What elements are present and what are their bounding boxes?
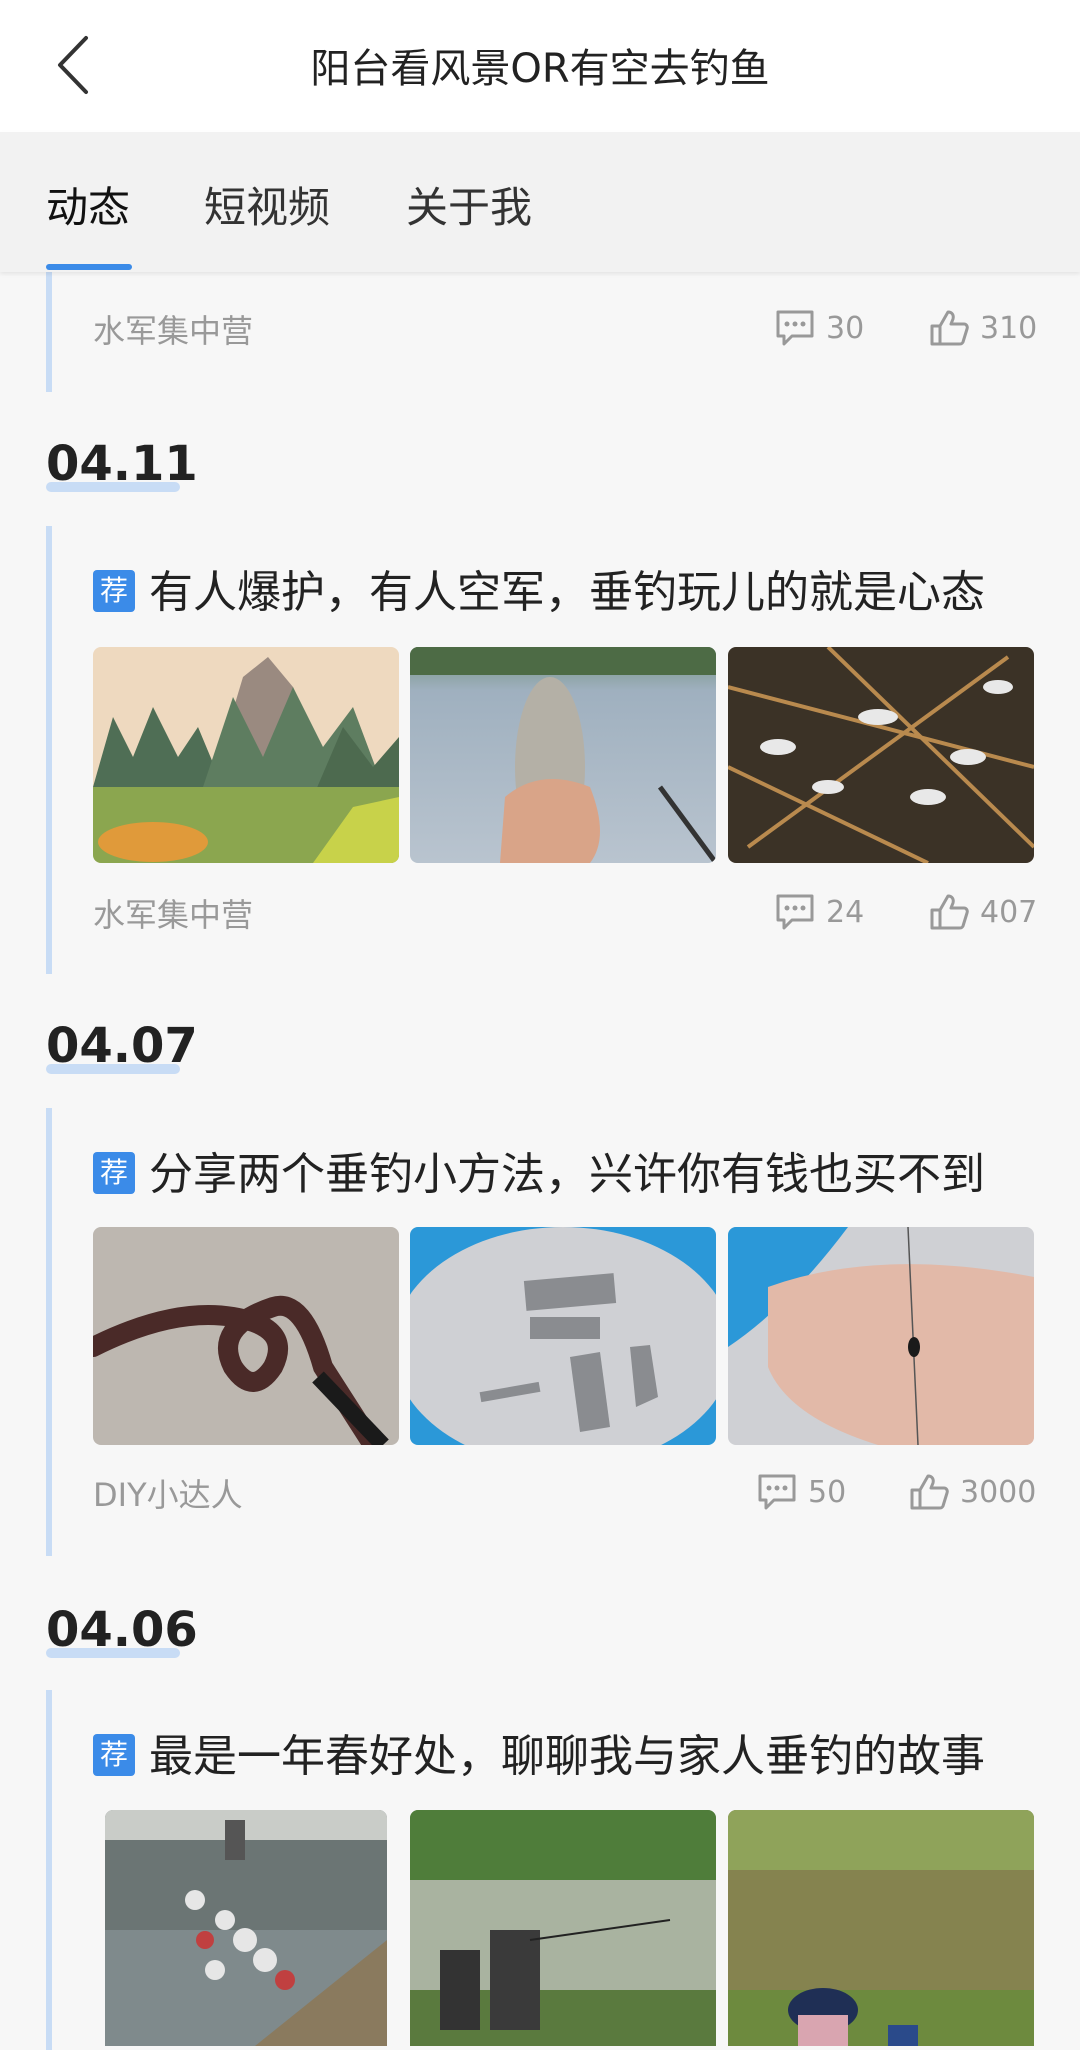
comment-icon	[756, 1472, 798, 1512]
recommend-badge: 荐	[93, 570, 135, 612]
date-underline	[46, 1064, 180, 1074]
date-underline	[46, 482, 180, 492]
post-title[interactable]: 荐有人爆护，有人空军，垂钓玩儿的就是心态	[93, 556, 985, 620]
page-title: 阳台看风景OR有空去钓鱼	[310, 46, 770, 92]
like-count-value: 407	[980, 894, 1038, 930]
recommend-badge: 荐	[93, 1734, 135, 1776]
thumbs-up-icon	[928, 308, 970, 348]
post-image-cartoon-landscape[interactable]	[93, 647, 399, 863]
tab-dynamic[interactable]: 动态	[46, 174, 130, 235]
timeline-line	[46, 526, 52, 974]
post-image-pond-child[interactable]	[728, 1810, 1034, 2046]
post-title-text: 有人爆护，有人空军，垂钓玩儿的就是心态	[149, 567, 985, 618]
thumbs-up-icon	[908, 1472, 950, 1512]
post-title[interactable]: 荐最是一年春好处，聊聊我与家人垂钓的故事	[93, 1720, 985, 1784]
post-image-fish-in-hand[interactable]	[410, 647, 716, 863]
post-author[interactable]: DIY小达人	[93, 1470, 243, 1516]
post-author[interactable]: 水军集中营	[93, 890, 253, 936]
post-image-finger-float[interactable]	[728, 1227, 1034, 1445]
timeline-line	[46, 272, 52, 392]
post-image-dead-fish[interactable]	[728, 647, 1034, 863]
thumbs-up-icon	[928, 892, 970, 932]
post-image-family-fishing[interactable]	[410, 1810, 716, 2046]
like-count-value: 3000	[960, 1474, 1037, 1510]
recommend-badge: 荐	[93, 1152, 135, 1194]
post-image-lead-pieces[interactable]	[410, 1227, 716, 1445]
comment-count-value: 50	[808, 1474, 847, 1510]
post-image-river-umbrellas[interactable]	[105, 1810, 387, 2046]
post-image-rope-knot[interactable]	[93, 1227, 399, 1445]
like-count-value: 310	[980, 310, 1038, 346]
comment-count[interactable]: 24	[774, 892, 864, 932]
comment-icon	[774, 308, 816, 348]
post-title[interactable]: 荐分享两个垂钓小方法，兴许你有钱也买不到	[93, 1138, 985, 1202]
comment-count[interactable]: 30	[774, 308, 864, 348]
active-tab-indicator	[46, 264, 132, 270]
tab-about-me[interactable]: 关于我	[406, 174, 532, 235]
tab-short-video[interactable]: 短视频	[204, 174, 330, 235]
timeline-line	[46, 1690, 52, 2050]
comment-count-value: 24	[826, 894, 865, 930]
like-count[interactable]: 310	[928, 308, 1037, 348]
date-underline	[46, 1648, 180, 1658]
post-author[interactable]: 水军集中营	[93, 306, 253, 352]
post-title-text: 最是一年春好处，聊聊我与家人垂钓的故事	[149, 1731, 985, 1782]
top-bar: 阳台看风景OR有空去钓鱼	[0, 0, 1080, 132]
comment-icon	[774, 892, 816, 932]
comment-count-value: 30	[826, 310, 865, 346]
like-count[interactable]: 407	[928, 892, 1037, 932]
post-title-text: 分享两个垂钓小方法，兴许你有钱也买不到	[149, 1149, 985, 1200]
like-count[interactable]: 3000	[908, 1472, 1036, 1512]
timeline-line	[46, 1108, 52, 1556]
comment-count[interactable]: 50	[756, 1472, 846, 1512]
tab-bar: 动态 短视频 关于我	[0, 132, 1080, 272]
